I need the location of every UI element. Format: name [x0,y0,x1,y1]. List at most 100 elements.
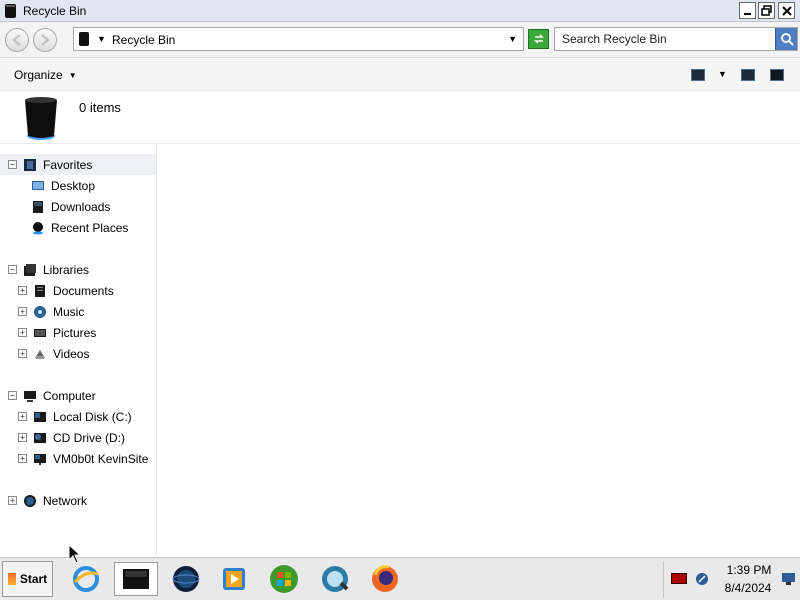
collapse-toggle-icon[interactable]: − [8,265,17,274]
nav-desktop[interactable]: Desktop [31,175,95,196]
nav-label: Computer [43,388,96,403]
change-view-icon[interactable] [691,69,705,81]
nav-label: Videos [53,346,90,361]
nav-documents[interactable]: + Documents [18,280,114,301]
hard-drive-icon [34,411,46,422]
firefox-icon[interactable] [367,562,403,596]
nav-pictures[interactable]: + Pictures [18,322,96,343]
organize-menu[interactable]: Organize ▼ [14,68,77,82]
start-flag-icon [7,573,16,585]
restore-icon [761,5,772,16]
clock-time[interactable]: 1:39 PM [726,563,772,577]
back-arrow-icon [12,34,21,46]
forward-button[interactable] [33,28,57,52]
expand-toggle-icon[interactable]: + [8,496,17,505]
nav-music[interactable]: + Music [18,301,84,322]
tray-network-icon[interactable] [695,572,709,586]
nav-label: Music [53,304,85,319]
nav-cd-drive[interactable]: + CD Drive (D:) [18,427,125,448]
nav-computer[interactable]: − Computer [8,385,96,406]
network-drive-icon [34,453,46,465]
nav-downloads[interactable]: Downloads [31,196,110,217]
music-icon [34,305,46,318]
nav-recent-places[interactable]: Recent Places [31,217,128,238]
search-box[interactable] [554,27,798,51]
clock-date[interactable]: 8/4/2024 [722,581,774,595]
search-icon [780,33,794,46]
refresh-button[interactable] [528,29,549,49]
address-bar[interactable]: ▼ Recycle Bin ▼ [73,27,524,51]
chevron-down-icon: ▼ [68,70,77,80]
view-options-dropdown-icon[interactable]: ▼ [718,69,727,79]
nav-network[interactable]: + Network [8,490,87,511]
expand-toggle-icon[interactable]: + [18,328,27,337]
recent-places-icon [33,221,43,234]
expand-toggle-icon[interactable]: + [18,307,27,316]
taskbar: Start [0,557,800,600]
nav-label: Network [43,493,88,508]
preview-pane-icon[interactable] [741,69,755,81]
search-button[interactable] [775,28,797,50]
item-count: 0 items [79,100,121,115]
close-icon [781,5,792,16]
tray-flag-icon[interactable] [671,573,687,584]
breadcrumb-arrow-icon[interactable]: ▼ [97,34,106,44]
windows-logo-icon[interactable] [266,562,302,596]
recycle-bin-large-icon [25,97,57,140]
address-path[interactable]: Recycle Bin [112,33,175,47]
nav-libraries[interactable]: − Libraries [8,259,89,280]
expand-toggle-icon[interactable]: + [18,286,27,295]
nav-videos[interactable]: + Videos [18,343,89,364]
navigation-pane: − Favorites Desktop Downloads Recent Pla… [0,146,157,556]
forward-arrow-icon [41,34,50,46]
expand-toggle-icon[interactable]: + [18,433,27,442]
globe-icon[interactable] [168,562,204,596]
start-label: Start [19,572,48,586]
nav-local-disk[interactable]: + Local Disk (C:) [18,406,132,427]
minimize-button[interactable] [739,2,756,19]
show-desktop-icon[interactable] [782,573,795,585]
nav-label: Pictures [53,325,97,340]
minimize-icon [743,12,751,15]
libraries-icon [24,263,36,276]
internet-explorer-icon[interactable] [68,562,104,596]
nav-label: Documents [53,283,114,298]
address-row: ▼ Recycle Bin ▼ [0,22,800,58]
nav-label: Downloads [51,199,111,214]
computer-icon [24,390,36,402]
expand-toggle-icon[interactable]: + [18,349,27,358]
collapse-toggle-icon[interactable]: − [8,160,17,169]
recycle-bin-window-icon[interactable] [114,562,158,596]
mouse-cursor-icon [68,544,82,564]
details-header: 0 items [0,92,800,144]
documents-icon [35,284,45,297]
title-bar: Recycle Bin [0,0,800,22]
downloads-icon [33,200,43,213]
organize-label: Organize [14,68,63,82]
media-player-icon[interactable] [216,562,252,596]
window-title: Recycle Bin [23,4,87,18]
start-button[interactable]: Start [2,561,53,597]
close-button[interactable] [778,2,795,19]
address-dropdown-icon[interactable]: ▼ [508,34,517,44]
search-input[interactable] [557,30,775,48]
recycle-bin-icon [5,4,16,18]
file-list-area[interactable] [159,146,800,556]
nav-label: Desktop [51,178,96,193]
nav-label: Favorites [43,157,93,172]
nav-label: VM0b0t KevinSite [53,451,149,466]
command-bar: Organize ▼ ▼ [0,59,800,91]
help-icon[interactable] [770,69,784,81]
refresh-icon [533,34,544,44]
maximize-button[interactable] [758,2,775,19]
nav-network-share[interactable]: + VM0b0t KevinSite [18,448,148,469]
nav-favorites[interactable]: − Favorites [0,154,156,175]
expand-toggle-icon[interactable]: + [18,454,27,463]
network-globe-icon[interactable] [317,562,353,596]
star-favorites-icon [24,158,36,171]
nav-label: Recent Places [51,220,129,235]
back-button[interactable] [5,28,29,52]
nav-label: Local Disk (C:) [53,409,132,424]
collapse-toggle-icon[interactable]: − [8,391,17,400]
expand-toggle-icon[interactable]: + [18,412,27,421]
